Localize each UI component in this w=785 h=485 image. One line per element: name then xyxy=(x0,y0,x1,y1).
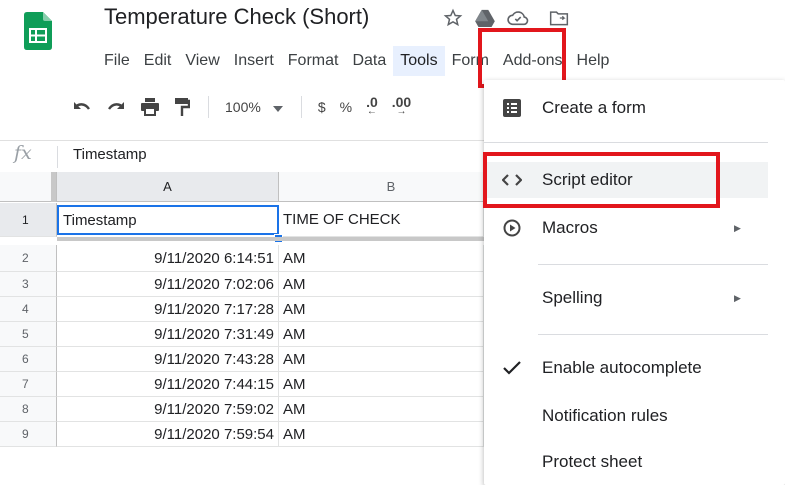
menu-divider xyxy=(484,142,768,143)
cell-a[interactable]: 9/11/2020 7:44:15 xyxy=(57,372,279,397)
menu-file[interactable]: File xyxy=(97,46,137,76)
tools-menu: Create a form Script editor Macros ▶ Spe… xyxy=(484,80,785,485)
menu-divider xyxy=(538,334,768,335)
formula-bar-divider xyxy=(57,146,58,168)
cell-b[interactable]: AM xyxy=(279,372,484,397)
menu-item-create-form[interactable]: Create a form xyxy=(484,90,768,126)
column-header-a[interactable]: A xyxy=(57,172,279,202)
arrow-right-icon: → xyxy=(396,106,407,117)
fx-icon: fx xyxy=(14,142,32,164)
select-all-corner[interactable] xyxy=(0,172,57,202)
submenu-arrow-icon: ▶ xyxy=(734,292,741,303)
row-header[interactable]: 4 xyxy=(0,297,57,322)
zoom-select[interactable]: 100% xyxy=(225,93,283,121)
checkmark-icon xyxy=(501,361,523,375)
menu-item-enable-autocomplete[interactable]: Enable autocomplete xyxy=(484,350,768,386)
cell-a[interactable]: 9/11/2020 7:02:06 xyxy=(57,272,279,297)
print-icon[interactable] xyxy=(140,93,160,121)
row-header[interactable]: 3 xyxy=(0,272,57,297)
cell-a[interactable]: 9/11/2020 7:31:49 xyxy=(57,322,279,347)
tools-highlight-box xyxy=(478,28,566,88)
arrow-left-icon: ← xyxy=(366,106,377,117)
title-icons xyxy=(443,6,569,30)
menu-view[interactable]: View xyxy=(178,46,226,76)
menu-insert[interactable]: Insert xyxy=(227,46,281,76)
cell-b[interactable]: AM xyxy=(279,347,484,372)
menu-item-label: Spelling xyxy=(542,288,603,307)
cell-a[interactable]: 9/11/2020 7:59:02 xyxy=(57,397,279,422)
cell-b[interactable]: AM xyxy=(279,245,484,272)
row-header[interactable]: 7 xyxy=(0,372,57,397)
redo-icon[interactable] xyxy=(106,93,126,121)
menu-format[interactable]: Format xyxy=(281,46,346,76)
toolbar-divider xyxy=(208,96,209,118)
menu-item-label: Macros xyxy=(542,218,598,237)
sheets-logo-icon[interactable] xyxy=(24,12,52,50)
submenu-arrow-icon: ▶ xyxy=(734,222,741,233)
menu-item-label: Protect sheet xyxy=(542,452,643,471)
form-icon xyxy=(501,99,523,117)
play-circle-icon xyxy=(501,219,523,237)
menu-item-label: Notification rules xyxy=(542,406,668,425)
cell-b[interactable]: AM xyxy=(279,297,484,322)
cell-b[interactable]: AM xyxy=(279,272,484,297)
menu-item-label: Enable autocomplete xyxy=(542,358,702,377)
column-header-b[interactable]: B xyxy=(279,172,504,202)
decrease-decimal-button[interactable]: .0 ← xyxy=(366,93,378,121)
script-editor-highlight-box xyxy=(483,152,720,208)
cell-b[interactable]: AM xyxy=(279,322,484,347)
star-icon[interactable] xyxy=(443,8,463,28)
menu-data[interactable]: Data xyxy=(345,46,393,76)
cell-a1-selected[interactable]: Timestamp xyxy=(57,205,279,235)
cloud-status-icon[interactable] xyxy=(507,9,529,27)
cell-a[interactable]: 9/11/2020 6:14:51 xyxy=(57,245,279,272)
increase-decimal-button[interactable]: .00 → xyxy=(392,93,411,121)
row-header[interactable]: 8 xyxy=(0,397,57,422)
document-title[interactable]: Temperature Check (Short) xyxy=(104,4,369,30)
row-header[interactable]: 2 xyxy=(0,245,57,272)
menu-item-protect-sheet[interactable]: Protect sheet xyxy=(484,444,768,480)
cell-b[interactable]: AM xyxy=(279,397,484,422)
cell-b[interactable]: TIME OF CHECK xyxy=(279,203,484,237)
drive-icon[interactable] xyxy=(475,9,495,27)
menu-tools[interactable]: Tools xyxy=(393,46,445,76)
cell-a[interactable]: 9/11/2020 7:17:28 xyxy=(57,297,279,322)
toolbar: 100% $ % .0 ← .00 → xyxy=(72,92,425,122)
cell-a[interactable]: 9/11/2020 7:43:28 xyxy=(57,347,279,372)
chevron-down-icon xyxy=(272,99,283,115)
row-header[interactable]: 1 xyxy=(0,203,57,237)
row-header[interactable]: 6 xyxy=(0,347,57,372)
menu-divider xyxy=(538,264,768,265)
menu-item-label: Create a form xyxy=(542,98,646,117)
percent-format-button[interactable]: % xyxy=(340,93,352,121)
menu-item-macros[interactable]: Macros ▶ xyxy=(484,210,768,246)
move-folder-icon[interactable] xyxy=(549,9,569,27)
row-header[interactable]: 9 xyxy=(0,422,57,447)
cell-b[interactable]: AM xyxy=(279,422,484,447)
paint-format-icon[interactable] xyxy=(174,93,190,121)
undo-icon[interactable] xyxy=(72,93,92,121)
currency-format-button[interactable]: $ xyxy=(318,93,326,121)
toolbar-divider xyxy=(300,96,302,118)
menu-item-spelling[interactable]: Spelling ▶ xyxy=(484,280,768,316)
menu-item-notification-rules[interactable]: Notification rules xyxy=(484,398,768,434)
zoom-value: 100% xyxy=(225,99,261,115)
formula-input[interactable]: Timestamp xyxy=(73,146,147,163)
cell-a[interactable]: 9/11/2020 7:59:54 xyxy=(57,422,279,447)
row-header[interactable]: 5 xyxy=(0,322,57,347)
menu-help[interactable]: Help xyxy=(570,46,617,76)
menu-edit[interactable]: Edit xyxy=(137,46,179,76)
